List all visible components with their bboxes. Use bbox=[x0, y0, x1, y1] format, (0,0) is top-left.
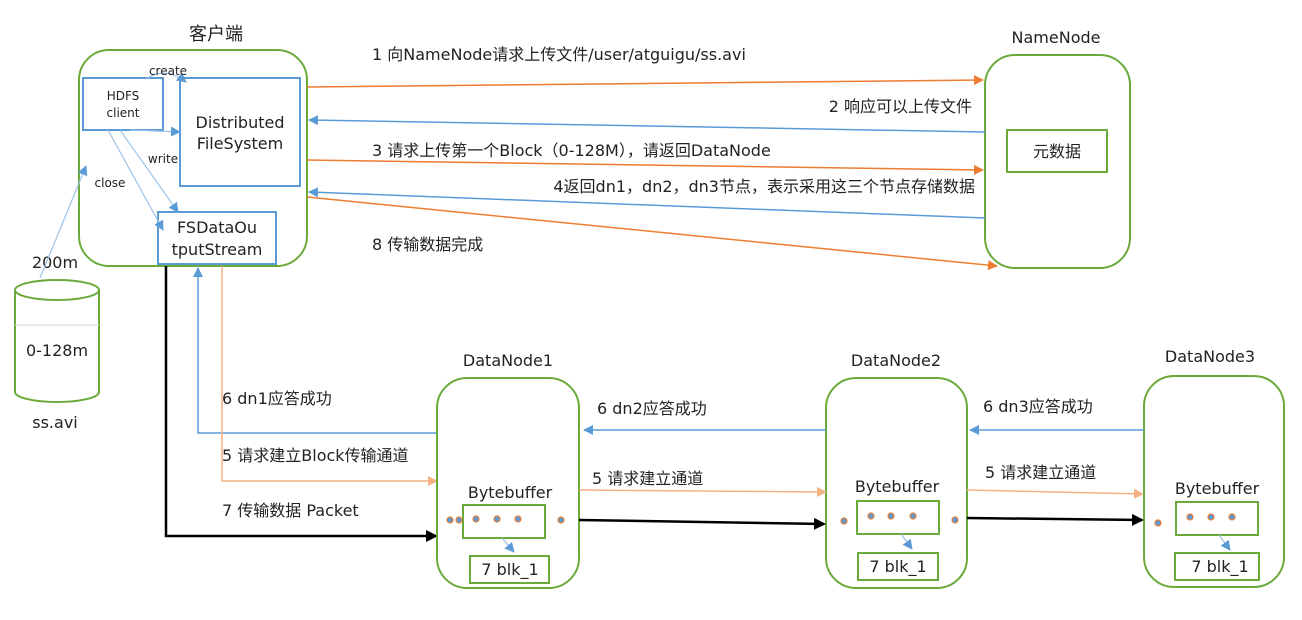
distributed-filesystem-label-line1: Distributed bbox=[196, 113, 285, 132]
cylinder-top bbox=[14, 279, 100, 301]
metadata-label: 元数据 bbox=[1033, 142, 1081, 161]
file-name-label: ss.avi bbox=[32, 413, 77, 432]
fsdataoutputstream-label-line1: FSDataOu bbox=[177, 218, 257, 237]
step5-dn1-request-arrow bbox=[578, 486, 827, 497]
datanode1-packet-dot bbox=[455, 516, 463, 524]
file-size-label: 200m bbox=[32, 253, 78, 272]
datanode2-packet-dot bbox=[887, 512, 895, 520]
step6-dn1-ack-arrow bbox=[193, 267, 436, 434]
step3-arrow bbox=[306, 159, 984, 175]
step6-dn1-label: 6 dn1应答成功 bbox=[222, 389, 332, 408]
step5-dn1-label: 5 请求建立通道 bbox=[592, 469, 703, 488]
distributed-filesystem-box bbox=[179, 77, 301, 187]
datanode3: DataNode3 Bytebuffer 7 blk_1 bbox=[1143, 347, 1285, 588]
write-label: write bbox=[148, 152, 178, 166]
step2-label: 2 响应可以上传文件 bbox=[829, 97, 972, 116]
dn1-to-dn2-packet-arrow bbox=[578, 517, 826, 530]
datanode1-packet-dot bbox=[472, 515, 480, 523]
hdfs-client-label-line2: client bbox=[107, 106, 140, 120]
hdfs-client-label-line1: HDFS bbox=[107, 89, 140, 103]
datanode3-buffer-label: Bytebuffer bbox=[1175, 479, 1260, 498]
step2-arrow bbox=[308, 115, 986, 133]
datanode1-packet-dot bbox=[514, 515, 522, 523]
client-title: 客户端 bbox=[189, 24, 243, 45]
datanode1-block-label: 7 blk_1 bbox=[481, 560, 538, 580]
datanode1-title: DataNode1 bbox=[463, 351, 553, 370]
datanode2-block-label: 7 blk_1 bbox=[869, 557, 926, 577]
datanode2-packet-dot bbox=[867, 512, 875, 520]
datanode1-packet-dot bbox=[446, 516, 454, 524]
step5-dn2-label: 5 请求建立通道 bbox=[985, 463, 1096, 482]
distributed-filesystem-label-line2: FileSystem bbox=[197, 134, 283, 153]
hdfs-client-box bbox=[82, 77, 164, 131]
datanode1-buffer-label: Bytebuffer bbox=[468, 483, 553, 502]
step3-label: 3 请求上传第一个Block（0-128M），请返回DataNode bbox=[372, 141, 771, 160]
step7-label: 7 传输数据 Packet bbox=[222, 501, 359, 520]
hdfs-write-flow-diagram: 客户端 HDFS client Distributed FileSystem F… bbox=[14, 24, 1285, 589]
step5-client-label: 5 请求建立Block传输通道 bbox=[222, 446, 409, 465]
datanode2-packet-dot bbox=[840, 517, 848, 525]
step8-label: 8 传输数据完成 bbox=[372, 235, 483, 254]
fsdataoutputstream-label-line2: tputStream bbox=[172, 240, 263, 259]
create-label: create bbox=[149, 64, 187, 78]
datanode3-packet-dot bbox=[1207, 513, 1215, 521]
namenode-title: NameNode bbox=[1012, 28, 1101, 47]
datanode3-title: DataNode3 bbox=[1165, 347, 1255, 366]
step6-dn3-label: 6 dn3应答成功 bbox=[983, 397, 1093, 416]
datanode3-packet-dot bbox=[1186, 513, 1194, 521]
datanode2-packet-dot bbox=[909, 512, 917, 520]
datanode2-title: DataNode2 bbox=[851, 351, 941, 370]
datanode1: DataNode1 Bytebuffer 7 blk_1 bbox=[436, 351, 580, 589]
datanode2-packet-dot bbox=[951, 516, 959, 524]
datanode1-packet-dot bbox=[493, 515, 501, 523]
datanode3-packet-dot bbox=[1154, 519, 1162, 527]
datanode2: DataNode2 Bytebuffer 7 blk_1 bbox=[825, 351, 968, 589]
step1-label: 1 向NameNode请求上传文件/user/atguigu/ss.avi bbox=[372, 45, 746, 64]
client-node: 客户端 HDFS client Distributed FileSystem F… bbox=[78, 24, 308, 267]
step5-dn2-request-arrow bbox=[966, 488, 1144, 499]
datanode3-block-label: 7 blk_1 bbox=[1191, 557, 1248, 577]
close-label: close bbox=[95, 176, 126, 190]
step1-arrow bbox=[306, 75, 984, 88]
datanode1-packet-dot bbox=[557, 516, 565, 524]
step4-label: 4返回dn1，dn2，dn3节点，表示采用这三个节点存储数据 bbox=[553, 177, 975, 196]
step6-dn2-label: 6 dn2应答成功 bbox=[597, 399, 707, 418]
file-block-label: 0-128m bbox=[26, 341, 88, 360]
namenode: NameNode 元数据 bbox=[984, 28, 1131, 269]
datanode2-buffer-label: Bytebuffer bbox=[855, 477, 940, 496]
dn2-to-dn3-packet-arrow bbox=[966, 513, 1144, 526]
datanode3-packet-dot bbox=[1228, 513, 1236, 521]
step8-arrow bbox=[306, 196, 998, 271]
